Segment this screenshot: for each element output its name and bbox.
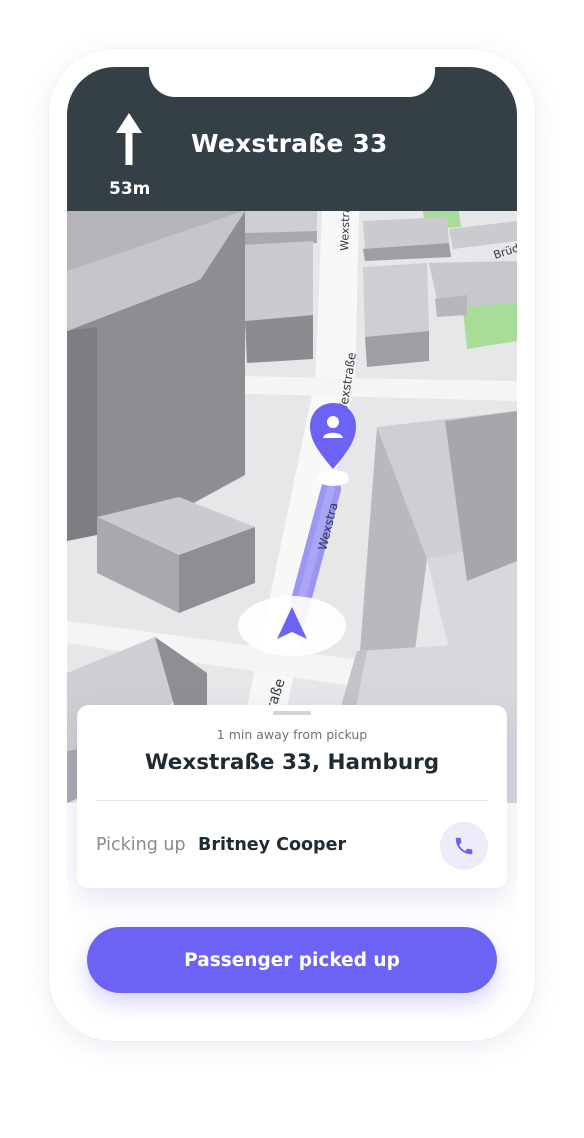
pickup-card: 1 min away from pickup Wexstraße 33, Ham… (77, 705, 507, 888)
street-label: Wexstraße (338, 211, 353, 251)
pickup-address: Wexstraße 33, Hamburg (144, 750, 440, 775)
call-passenger-button[interactable] (440, 822, 488, 870)
picking-up-label: Picking up (96, 835, 186, 855)
app-screen: 53m Wexstraße 33 Wexstraße Wexstraße Wex… (67, 67, 517, 1023)
navigation-header: 53m Wexstraße 33 (67, 67, 517, 211)
drag-handle[interactable] (273, 711, 311, 715)
device-notch (149, 67, 435, 97)
card-divider (96, 800, 488, 801)
street-label: Brüd (492, 241, 517, 261)
passenger-name: Britney Cooper (198, 835, 347, 855)
current-street-title: Wexstraße 33 (191, 129, 388, 158)
arrow-up-icon (116, 113, 142, 165)
passenger-picked-up-button[interactable]: Passenger picked up (87, 927, 497, 993)
maneuver-distance: 53m (109, 179, 151, 199)
eta-text: 1 min away from pickup (216, 727, 368, 742)
navigation-arrow-icon (238, 596, 346, 656)
phone-icon (455, 837, 473, 855)
